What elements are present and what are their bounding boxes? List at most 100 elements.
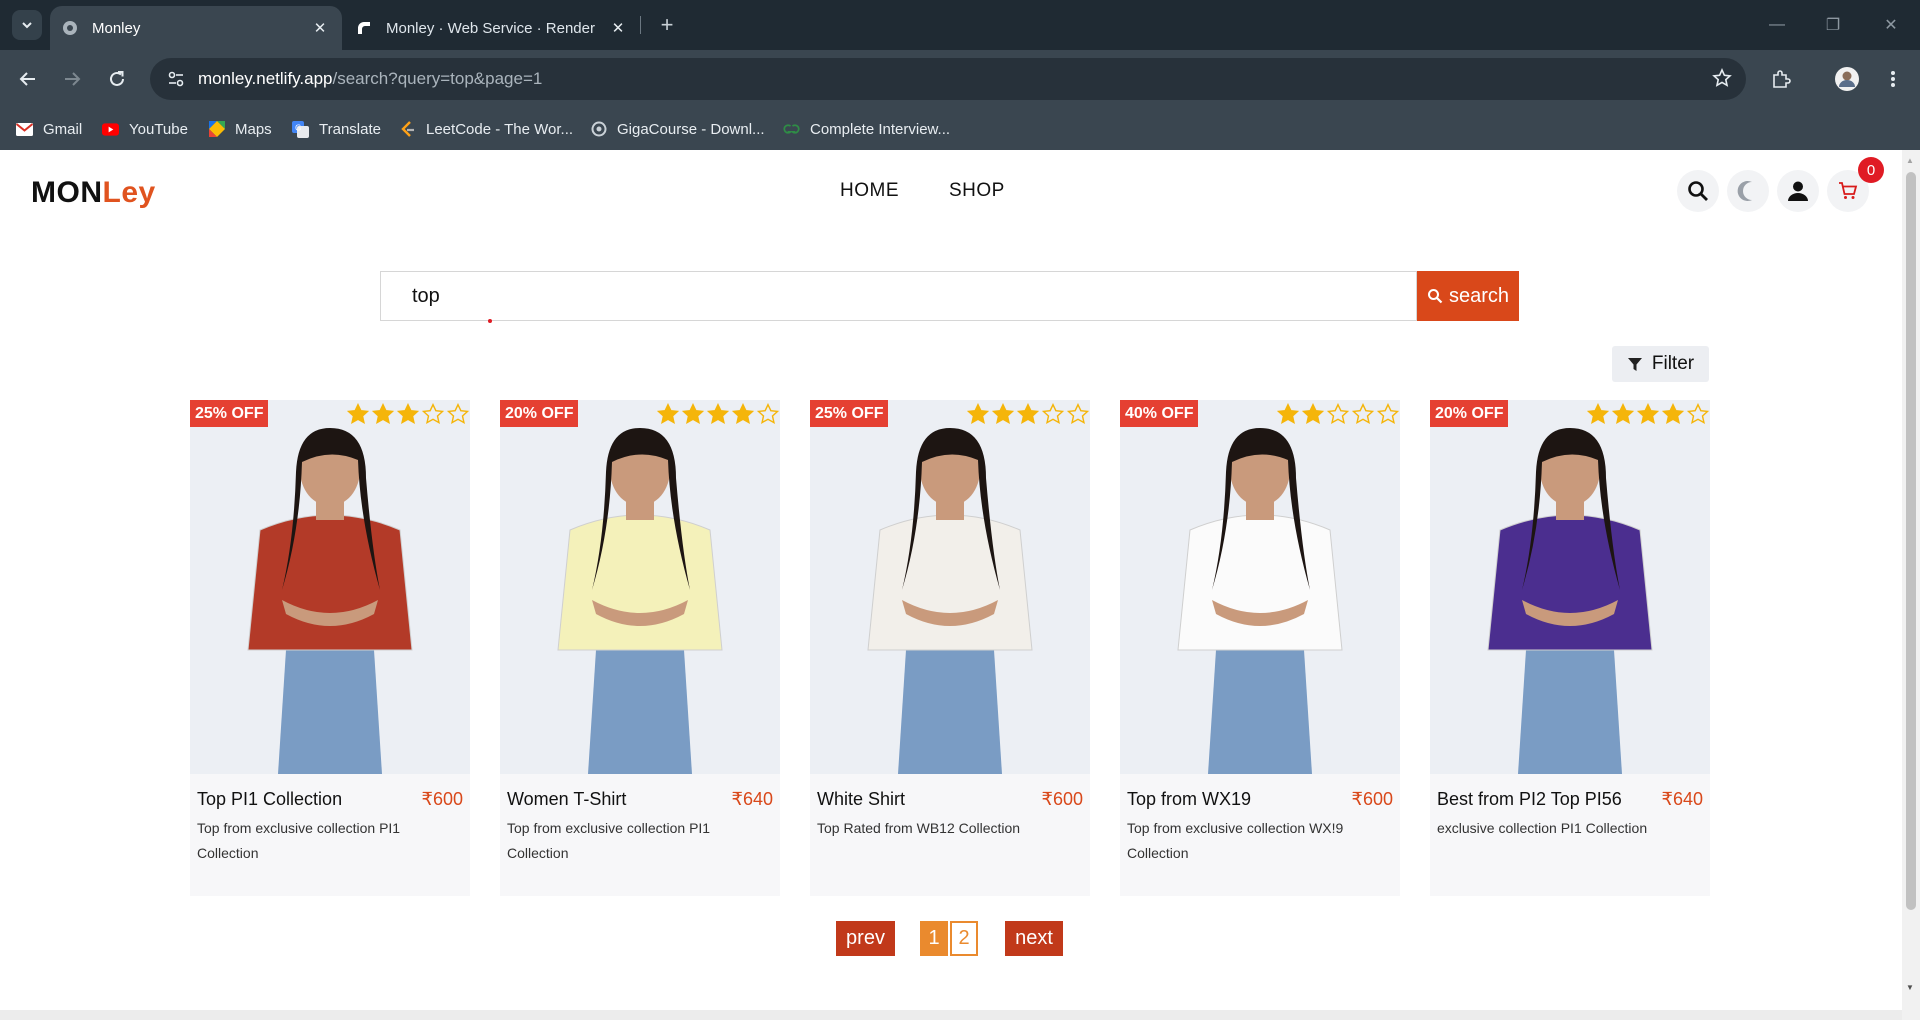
profile-avatar[interactable]: [1832, 64, 1862, 94]
vertical-scrollbar[interactable]: ▲ ▼: [1902, 150, 1920, 1020]
star-filled-icon: [1635, 401, 1660, 426]
product-image[interactable]: [810, 400, 1090, 774]
tab-monley[interactable]: Monley ✕: [50, 6, 342, 50]
forward-button[interactable]: [57, 64, 87, 94]
rating-stars: [345, 401, 470, 427]
bookmark-youtube[interactable]: YouTube: [102, 119, 188, 139]
maps-icon: [208, 121, 225, 138]
close-tab-icon[interactable]: ✕: [310, 19, 330, 37]
product-card[interactable]: 25% OFF White Shirt ₹600 Top Rated from WB1…: [810, 400, 1090, 896]
bookmark-translate[interactable]: G Translate: [292, 119, 381, 139]
bookmark-complete-interview[interactable]: Complete Interview...: [783, 119, 950, 139]
star-filled-icon: [1585, 401, 1610, 426]
product-description: exclusive collection PI1 Collection: [1437, 820, 1648, 836]
close-window-icon[interactable]: ✕: [1876, 10, 1906, 40]
discount-badge: 25% OFF: [190, 400, 269, 427]
product-name[interactable]: White Shirt: [817, 789, 905, 810]
star-filled-icon: [655, 401, 680, 426]
bookmark-maps[interactable]: Maps: [208, 119, 272, 139]
back-button[interactable]: [13, 64, 43, 94]
new-tab-button[interactable]: +: [652, 10, 682, 40]
extensions-icon[interactable]: [1766, 64, 1796, 94]
page-2-button[interactable]: 2: [950, 921, 978, 956]
product-name[interactable]: Top from WX19: [1127, 789, 1251, 810]
bookmark-leetcode[interactable]: LeetCode - The Wor...: [399, 119, 573, 139]
tab-render[interactable]: Monley · Web Service · Render ✕: [344, 6, 640, 50]
filter-button[interactable]: Filter: [1612, 346, 1709, 382]
product-price: ₹600: [1351, 789, 1393, 809]
page-1-button[interactable]: 1: [920, 921, 948, 956]
bookmark-star-icon[interactable]: [1712, 68, 1732, 93]
close-tab-icon[interactable]: ✕: [608, 19, 628, 37]
scrollbar-thumb[interactable]: [1906, 172, 1916, 910]
tab-title: Monley · Web Service · Render: [386, 19, 595, 37]
restore-icon[interactable]: ❐: [1818, 10, 1848, 40]
account-button[interactable]: [1777, 170, 1819, 212]
url-text: monley.netlify.app/search?query=top&page…: [198, 69, 542, 89]
star-empty-icon: [1065, 401, 1090, 426]
tab-title: Monley: [92, 19, 141, 37]
search-icon: [1688, 181, 1708, 201]
star-filled-icon: [990, 401, 1015, 426]
geeksforgeeks-icon: [783, 121, 800, 138]
star-empty-icon: [1325, 401, 1350, 426]
star-empty-icon: [1040, 401, 1065, 426]
next-page-button[interactable]: next: [1005, 921, 1063, 956]
product-card[interactable]: 20% OFF Women T-Shirt ₹640 Top from exclusi…: [500, 400, 780, 896]
cart-count-badge: 0: [1858, 157, 1884, 183]
address-bar[interactable]: monley.netlify.app/search?query=top&page…: [150, 58, 1746, 100]
star-filled-icon: [370, 401, 395, 426]
site-info-icon[interactable]: [156, 70, 196, 88]
browser-menu-icon[interactable]: [1878, 64, 1908, 94]
tab-search-button[interactable]: [12, 10, 42, 40]
product-image[interactable]: [1430, 400, 1710, 774]
bookmark-label: LeetCode - The Wor...: [426, 120, 574, 138]
bookmark-label: Maps: [235, 120, 272, 138]
theme-toggle-button[interactable]: [1727, 170, 1769, 212]
product-price: ₹640: [1661, 789, 1703, 809]
product-card[interactable]: 25% OFF Top PI1 Collection ₹600 Top from ex…: [190, 400, 470, 896]
search-bar: search: [380, 271, 1519, 323]
globe-icon: [62, 20, 78, 36]
search-button[interactable]: search: [1417, 271, 1519, 321]
url-path: /search?query=top&page=1: [332, 69, 543, 88]
search-button-label: search: [1448, 284, 1510, 307]
product-card[interactable]: 40% OFF Top from WX19 ₹600 Top from exclusi…: [1120, 400, 1400, 896]
star-empty-icon: [1375, 401, 1400, 426]
chevron-down-icon: [22, 22, 32, 29]
product-card[interactable]: 20% OFF Best from PI2 Top PI56 ₹640 exclusi…: [1430, 400, 1710, 896]
arrow-right-icon: [65, 72, 81, 86]
site-logo[interactable]: MONLey: [31, 176, 156, 210]
text-cursor-dot: [488, 319, 492, 323]
scroll-down-arrow-icon[interactable]: ▼: [1906, 983, 1914, 992]
bookmarks-bar: Gmail YouTube Maps G Translate LeetCode …: [0, 108, 1920, 150]
bookmark-label: Gmail: [43, 120, 83, 138]
product-price: ₹640: [731, 789, 773, 809]
rating-stars: [1585, 401, 1710, 427]
product-image[interactable]: [1120, 400, 1400, 774]
star-filled-icon: [730, 401, 755, 426]
horizontal-scrollbar[interactable]: [0, 1010, 1902, 1020]
star-filled-icon: [395, 401, 420, 426]
product-name[interactable]: Women T-Shirt: [507, 789, 626, 810]
browser-tab-strip: Monley ✕ Monley · Web Service · Render ✕…: [0, 0, 1920, 50]
product-name[interactable]: Top PI1 Collection: [197, 789, 342, 810]
moon-icon: [1737, 181, 1752, 201]
bookmark-gigacourse[interactable]: GigaCourse - Downl...: [590, 119, 765, 139]
product-image[interactable]: [190, 400, 470, 774]
prev-page-button[interactable]: prev: [836, 921, 895, 956]
reload-button[interactable]: [102, 64, 132, 94]
arrow-left-icon: [19, 72, 35, 86]
product-name[interactable]: Best from PI2 Top PI56: [1437, 789, 1622, 810]
star-filled-icon: [705, 401, 730, 426]
bookmark-gmail[interactable]: Gmail: [16, 119, 82, 139]
nav-home-link[interactable]: HOME: [840, 180, 899, 202]
nav-shop-link[interactable]: SHOP: [949, 180, 1005, 202]
browser-toolbar: monley.netlify.app/search?query=top&page…: [0, 50, 1920, 108]
minimize-icon[interactable]: —: [1762, 10, 1792, 40]
search-input[interactable]: [380, 271, 1417, 321]
scroll-up-arrow-icon[interactable]: ▲: [1906, 156, 1914, 165]
translate-icon: G: [292, 120, 309, 138]
product-image[interactable]: [500, 400, 780, 774]
search-toggle-button[interactable]: [1677, 170, 1719, 212]
